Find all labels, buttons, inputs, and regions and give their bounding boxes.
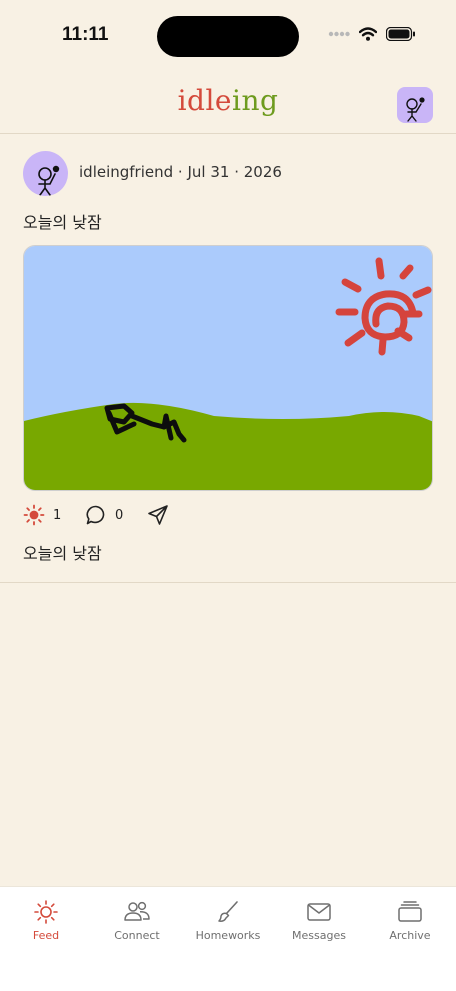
tab-connect[interactable]: Connect <box>91 899 183 942</box>
sun-icon <box>23 504 45 526</box>
brush-icon <box>218 901 238 922</box>
people-icon <box>124 901 150 921</box>
tab-label: Connect <box>114 929 160 942</box>
comment-count: 0 <box>115 507 124 523</box>
tab-label: Feed <box>32 929 60 942</box>
sun-reaction-button[interactable]: 1 <box>23 504 63 526</box>
tab-feed[interactable]: Feed <box>0 899 92 942</box>
tab-archive[interactable]: Archive <box>364 899 456 942</box>
post-title: 오늘의 낮잠 <box>23 213 102 232</box>
status-icons <box>328 27 416 41</box>
post-actions: 1 0 <box>23 502 191 528</box>
tab-messages[interactable]: Messages <box>273 899 365 942</box>
nap-drawing <box>24 246 432 490</box>
battery-icon <box>386 27 415 41</box>
app-title: idleing <box>0 84 456 117</box>
send-icon <box>148 505 168 525</box>
status-bar: 11:11 <box>0 0 456 72</box>
stick-figure-icon <box>406 97 425 122</box>
stick-figure-icon <box>38 165 60 196</box>
share-button[interactable] <box>147 504 169 526</box>
app-header: idleing <box>0 72 456 134</box>
comment-icon <box>86 505 105 525</box>
author-name[interactable]: idleingfriend <box>79 163 173 181</box>
profile-button[interactable] <box>397 87 433 123</box>
status-time: 11:11 <box>62 24 109 45</box>
tab-label: Messages <box>292 929 346 942</box>
dynamic-island <box>157 16 299 57</box>
app-title-ing: ing <box>231 84 279 117</box>
tab-label: Homeworks <box>195 929 261 942</box>
author-avatar[interactable] <box>23 151 68 196</box>
signal-icon <box>328 31 350 37</box>
post-caption: 오늘의 낮잠 <box>23 544 102 563</box>
tab-bar: Feed Connect Homeworks Messages Archive <box>0 886 456 991</box>
sun-count: 1 <box>53 507 62 523</box>
envelope-icon <box>307 903 331 921</box>
wifi-icon <box>359 27 377 41</box>
tab-homeworks[interactable]: Homeworks <box>182 899 274 942</box>
post-meta: idleingfriend · Jul 31 · 2026 <box>79 163 282 181</box>
sun-icon <box>34 900 58 924</box>
post-date: Jul 31 · 2026 <box>187 163 282 181</box>
tab-label: Archive <box>389 929 431 942</box>
comment-button[interactable]: 0 <box>85 504 125 526</box>
archive-icon <box>398 901 422 922</box>
app-title-idle: idle <box>177 84 232 117</box>
feed-post: idleingfriend · Jul 31 · 2026 오늘의 낮잠 1 0… <box>0 134 456 583</box>
post-drawing[interactable] <box>23 245 433 491</box>
